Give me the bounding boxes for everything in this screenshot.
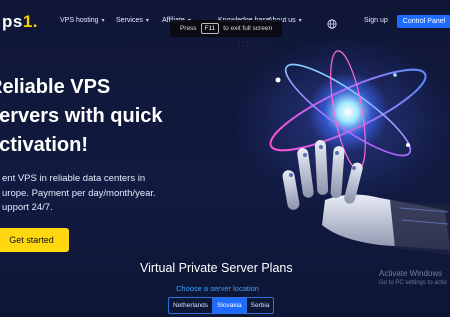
- get-started-button[interactable]: Get started: [0, 228, 69, 252]
- site-logo[interactable]: ps1.: [2, 12, 38, 32]
- fullscreen-notice-suffix: to exit full screen: [223, 25, 273, 32]
- server-location-label: Choose a server location: [176, 284, 259, 293]
- location-tab-serbia[interactable]: Serbia: [247, 298, 274, 313]
- chevron-down-icon: ▾: [298, 18, 302, 24]
- chevron-down-icon: ▾: [101, 18, 105, 24]
- robot-hand-atom-illustration: [230, 50, 450, 260]
- hero-description-line: upport 24/7.: [2, 202, 53, 213]
- activate-windows-subtitle: Go to PC settings to activ: [379, 280, 447, 286]
- hero-title: Reliable VPS servers with quick activati…: [0, 73, 188, 160]
- nav-item-label: Services: [116, 17, 143, 24]
- keyboard-key: F11: [200, 23, 220, 34]
- control-panel-button[interactable]: Control Panel: [397, 15, 450, 28]
- server-location-selector: Netherlands Slovakia Serbia: [168, 297, 275, 314]
- chevron-down-icon: ▾: [145, 18, 149, 24]
- fullscreen-notice: Press F11 to exit full screen: [170, 20, 282, 37]
- logo-accent: 1.: [22, 12, 39, 31]
- globe-icon[interactable]: [327, 16, 337, 34]
- decorative-code: · · · · · · · · · · ·: [238, 40, 266, 49]
- nav-item-label: VPS hosting: [60, 17, 99, 24]
- location-tab-slovakia[interactable]: Slovakia: [213, 298, 247, 313]
- fullscreen-notice-prefix: Press: [179, 25, 197, 32]
- activate-windows-title: Activate Windows: [379, 269, 443, 278]
- logo-text: ps: [2, 12, 23, 31]
- hero-description-line: ent VPS in reliable data centers in: [2, 173, 146, 184]
- hero-title-line: Reliable VPS: [0, 76, 111, 98]
- hero-title-line: servers with quick: [0, 105, 163, 127]
- hero-description-line: urope. Payment per day/month/year.: [2, 187, 156, 199]
- plans-section-title: Virtual Private Server Plans: [140, 261, 293, 275]
- robot-hand: [282, 140, 450, 255]
- signup-link[interactable]: Sign up: [364, 17, 388, 24]
- hero-description: ent VPS in reliable data centers in urop…: [2, 172, 172, 216]
- hero-title-line: activation!: [0, 134, 89, 156]
- nav-item-vps-hosting[interactable]: VPS hosting ▾: [60, 17, 105, 24]
- nav-item-services[interactable]: Services ▾: [116, 17, 149, 24]
- location-tab-netherlands[interactable]: Netherlands: [169, 298, 214, 313]
